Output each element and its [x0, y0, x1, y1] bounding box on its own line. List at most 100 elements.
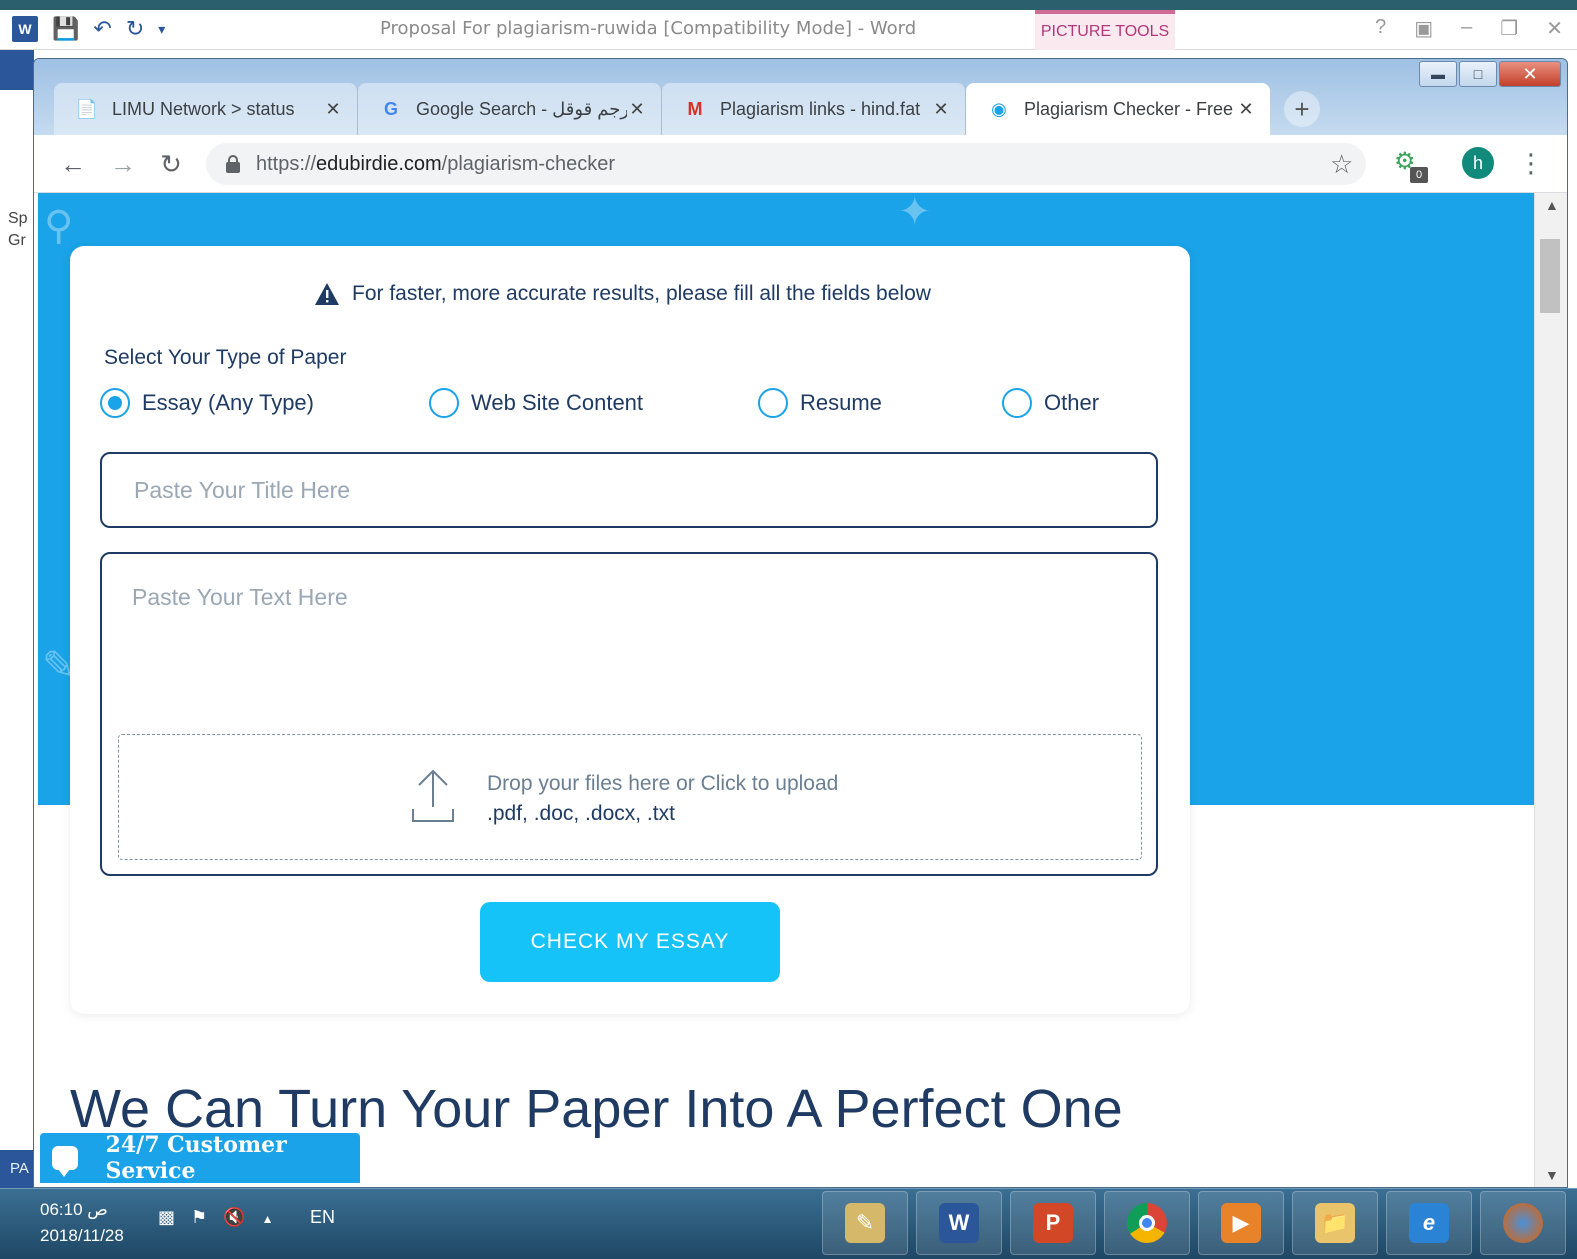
- radio-resume[interactable]: Resume: [758, 388, 882, 418]
- radio-web-site-content[interactable]: Web Site Content: [429, 388, 643, 418]
- word-left-text: Sp Gr: [8, 208, 28, 252]
- taskbar: 06:10 ص 2018/11/28 ▩ ⚑ 🔇 ▲ EN ✎ W P ▶ 📁 …: [0, 1188, 1577, 1259]
- tab-limu-network[interactable]: 📄 LIMU Network > status ✕: [54, 83, 358, 135]
- word-window-controls: ? ▣ – ❐ ✕: [1375, 16, 1563, 41]
- text-input[interactable]: [132, 584, 1122, 724]
- taskbar-explorer[interactable]: 📁: [1292, 1191, 1378, 1255]
- tab-close-icon[interactable]: ✕: [323, 99, 343, 120]
- flag-icon[interactable]: ⚑: [191, 1207, 207, 1231]
- paint-icon: ✎: [845, 1203, 885, 1243]
- redo-icon[interactable]: ↻: [126, 16, 144, 42]
- text-area-box: Drop your files here or Click to upload …: [100, 552, 1158, 876]
- taskbar-firefox[interactable]: [1480, 1191, 1566, 1255]
- word-icon: W: [939, 1203, 979, 1243]
- close-icon[interactable]: ✕: [1546, 16, 1563, 41]
- close-button[interactable]: ✕: [1499, 61, 1561, 87]
- show-hidden-icons-icon[interactable]: ▲: [262, 1207, 274, 1231]
- internet-explorer-icon: e: [1409, 1203, 1449, 1243]
- folder-icon: 📁: [1315, 1203, 1355, 1243]
- taskbar-chrome[interactable]: [1104, 1191, 1190, 1255]
- menu-icon[interactable]: ⋮: [1518, 147, 1544, 179]
- customer-service-chat-button[interactable]: 24/7 Customer Service: [40, 1132, 360, 1184]
- system-tray: ▩ ⚑ 🔇 ▲: [158, 1207, 273, 1231]
- file-dropzone[interactable]: Drop your files here or Click to upload …: [118, 734, 1142, 860]
- picture-tools-tab[interactable]: PICTURE TOOLS: [1035, 10, 1175, 50]
- customize-qat-icon[interactable]: ▾: [158, 16, 165, 42]
- word-status-left: PA: [0, 1150, 34, 1190]
- minimize-icon[interactable]: –: [1461, 16, 1472, 41]
- upload-icon: [409, 767, 457, 825]
- maximize-button[interactable]: □: [1459, 61, 1497, 87]
- signal-icon[interactable]: ▩: [158, 1207, 175, 1231]
- tab-google-search[interactable]: G Google Search - مترجم قوقل ✕: [358, 83, 662, 135]
- word-top-strip: [0, 0, 1577, 10]
- scroll-thumb[interactable]: [1540, 239, 1560, 313]
- word-titlebar: W 💾 ↶ ↻ ▾ Proposal For plagiarism-ruwida…: [0, 10, 1577, 50]
- save-icon[interactable]: 💾: [52, 16, 79, 42]
- volume-muted-icon[interactable]: 🔇: [223, 1207, 245, 1231]
- undo-icon[interactable]: ↶: [93, 16, 111, 42]
- ribbon-display-icon[interactable]: ▣: [1414, 16, 1433, 41]
- radio-label: Resume: [800, 390, 882, 415]
- taskbar-media-player[interactable]: ▶: [1198, 1191, 1284, 1255]
- tab-plagiarism-checker[interactable]: ◉ Plagiarism Checker - Free ✕: [966, 83, 1270, 135]
- vertical-scrollbar[interactable]: ▲ ▼: [1534, 193, 1567, 1187]
- tab-title: Google Search - مترجم قوقل: [416, 98, 627, 119]
- tab-title: Plagiarism Checker - Free: [1024, 98, 1234, 119]
- help-icon[interactable]: ?: [1375, 16, 1386, 41]
- language-indicator[interactable]: EN: [310, 1207, 335, 1228]
- tabs: 📄 LIMU Network > status ✕ G Google Searc…: [54, 79, 1320, 135]
- tab-close-icon[interactable]: ✕: [627, 99, 647, 120]
- taskbar-paint[interactable]: ✎: [822, 1191, 908, 1255]
- url-text[interactable]: https://edubirdie.com/plagiarism-checker: [256, 153, 615, 176]
- tab-title: Plagiarism links - hind.fat: [720, 98, 921, 119]
- bookmark-star-icon[interactable]: ☆: [1330, 149, 1353, 180]
- word-left-text-1: Sp: [8, 210, 28, 227]
- firefox-icon: [1503, 1203, 1543, 1243]
- radio-button[interactable]: [758, 388, 788, 418]
- taskbar-apps: ✎ W P ▶ 📁 e: [822, 1191, 1566, 1255]
- new-tab-button[interactable]: +: [1284, 91, 1320, 127]
- radio-button[interactable]: [100, 388, 130, 418]
- scroll-up-arrow-icon[interactable]: ▲: [1545, 197, 1559, 213]
- back-icon[interactable]: ←: [58, 149, 88, 179]
- avatar[interactable]: h: [1462, 147, 1494, 179]
- powerpoint-icon: P: [1033, 1203, 1073, 1243]
- edubirdie-icon: ◉: [991, 98, 1007, 119]
- minimize-button[interactable]: ▬: [1419, 61, 1457, 87]
- radio-button[interactable]: [429, 388, 459, 418]
- tab-gmail[interactable]: M Plagiarism links - hind.fat ✕: [662, 83, 966, 135]
- reload-icon[interactable]: ↻: [156, 149, 186, 179]
- check-my-essay-button[interactable]: CHECK MY ESSAY: [480, 902, 780, 982]
- tab-close-icon[interactable]: ✕: [931, 99, 951, 120]
- google-icon: G: [383, 98, 398, 119]
- tab-close-icon[interactable]: ✕: [1236, 99, 1256, 120]
- taskbar-clock[interactable]: 06:10 ص 2018/11/28: [40, 1197, 124, 1249]
- radio-other[interactable]: Other: [1002, 388, 1099, 418]
- dropzone-text: Drop your files here or Click to upload …: [487, 769, 838, 829]
- title-input[interactable]: [100, 452, 1158, 528]
- word-left-strip: Sp Gr: [0, 50, 34, 1200]
- media-player-icon: ▶: [1221, 1203, 1261, 1243]
- url-domain: edubirdie.com: [316, 152, 442, 175]
- paper-type-label: Select Your Type of Paper: [104, 346, 347, 369]
- address-bar[interactable]: https://edubirdie.com/plagiarism-checker: [206, 143, 1366, 185]
- lock-icon[interactable]: [226, 155, 240, 173]
- taskbar-word[interactable]: W: [916, 1191, 1002, 1255]
- radio-essay[interactable]: Essay (Any Type): [100, 388, 314, 418]
- chrome-icon: [1127, 1203, 1167, 1243]
- page-icon: 📄: [75, 98, 99, 119]
- scroll-down-arrow-icon[interactable]: ▼: [1545, 1167, 1559, 1183]
- word-left-text-2: Gr: [8, 232, 26, 249]
- notice-text: For faster, more accurate results, pleas…: [352, 282, 931, 305]
- word-logo-icon[interactable]: W: [12, 16, 38, 42]
- radio-button[interactable]: [1002, 388, 1032, 418]
- restore-icon[interactable]: ❐: [1500, 16, 1518, 41]
- chrome-window-controls: ▬ □ ✕: [1419, 61, 1561, 87]
- page-viewport: ⚲ ✦ ✎ For faster, more accurate results,…: [34, 193, 1534, 1187]
- taskbar-internet-explorer[interactable]: e: [1386, 1191, 1472, 1255]
- forward-icon[interactable]: →: [108, 149, 138, 179]
- taskbar-powerpoint[interactable]: P: [1010, 1191, 1096, 1255]
- extension-badge: 0: [1410, 167, 1428, 183]
- quick-access-toolbar: W 💾 ↶ ↻ ▾: [12, 16, 165, 42]
